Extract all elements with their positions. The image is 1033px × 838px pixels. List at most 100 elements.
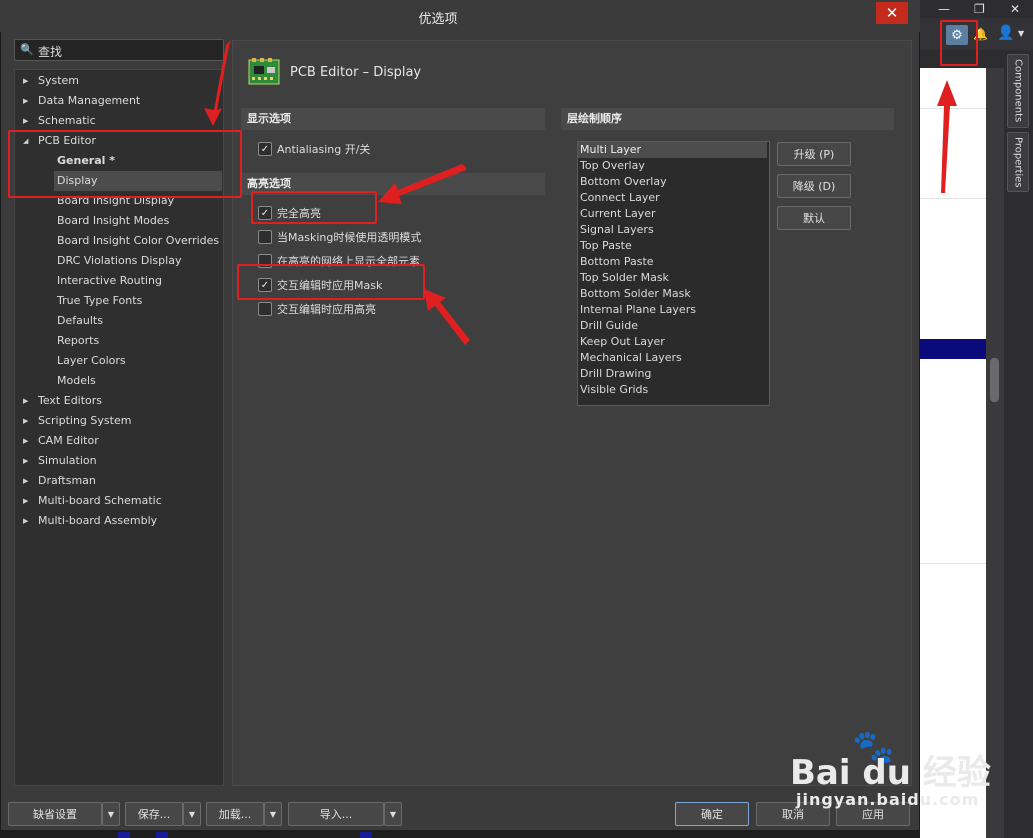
tree-item[interactable]: ▶ Simulation [15,451,223,471]
chevron-right-icon[interactable]: ▶ [23,451,28,471]
highlight-option-checkbox[interactable]: 交互编辑时应用高亮 [258,300,376,318]
layer-list-item[interactable]: Connect Layer [578,190,767,206]
chevron-right-icon[interactable]: ▶ [23,411,28,431]
chevron-right-icon[interactable]: ▶ [23,491,28,511]
layer-list-item[interactable]: Visible Grids [578,382,767,398]
checkbox-label: 当Masking时候使用透明模式 [277,231,422,244]
chevron-down-icon: ▼ [107,809,115,819]
scrollbar-thumb[interactable] [990,358,999,402]
checkbox-label: Antialiasing 开/关 [277,143,371,156]
tree-item[interactable]: ▶ Data Management [15,91,223,111]
layer-list-item[interactable]: Internal Plane Layers [578,302,767,318]
section-layer-order: 层绘制顺序 [561,108,894,130]
chevron-right-icon[interactable]: ▶ [23,511,28,531]
tree-item[interactable]: ▶ System [15,71,223,91]
page-title: PCB Editor – Display [290,65,422,80]
layer-list-item[interactable]: Bottom Paste [578,254,767,270]
highlight-option-checkbox[interactable]: 当Masking时候使用透明模式 [258,228,421,246]
move-up-button[interactable]: 升级 (P) [777,142,851,166]
layer-list-item[interactable]: Mechanical Layers [578,350,767,366]
default-button[interactable]: 默认 [777,206,851,230]
tree-item[interactable]: Board Insight Color Overrides [15,231,223,251]
search-icon: 🔍 [20,43,34,56]
tree-item[interactable]: DRC Violations Display [15,251,223,271]
restore-icon[interactable]: ❐ [974,2,985,16]
app-window-controls: — ❐ ✕ [930,0,1033,18]
layer-list-item[interactable]: Bottom Solder Mask [578,286,767,302]
tree-item[interactable]: Reports [15,331,223,351]
layer-list-item[interactable]: Signal Layers [578,222,767,238]
defaults-button[interactable]: 缺省设置 [8,802,102,826]
tree-item[interactable]: ▶ Multi-board Schematic [15,491,223,511]
chevron-right-icon[interactable]: ▶ [23,91,28,111]
defaults-dropdown[interactable]: ▼ [102,802,120,826]
app-close-icon[interactable]: ✕ [1010,2,1020,16]
close-icon: ✕ [885,4,899,22]
layer-list-item[interactable]: Bottom Overlay [578,174,767,190]
tree-item-label: Data Management [38,94,141,107]
move-down-button[interactable]: 降级 (D) [777,174,851,198]
tree-item[interactable]: ▶ Multi-board Assembly [15,511,223,531]
tree-item-label: True Type Fonts [57,294,143,307]
tree-item-label: Schematic [38,114,96,127]
user-icon[interactable]: 👤 [997,25,1014,41]
tree-item-label: Draftsman [38,474,96,487]
chevron-right-icon[interactable]: ▶ [23,471,28,491]
checkbox-icon [258,302,272,316]
layer-list-item[interactable]: Top Solder Mask [578,270,767,286]
load-dropdown[interactable]: ▼ [264,802,282,826]
tree-item-label: Scripting System [38,414,132,427]
tree-item-label: Multi-board Schematic [38,494,162,507]
chevron-down-icon: ▼ [188,809,196,819]
chevron-right-icon[interactable]: ▶ [23,391,28,411]
tree-item[interactable]: Interactive Routing [15,271,223,291]
chevron-right-icon[interactable]: ▶ [23,431,28,451]
layer-list-item[interactable]: Multi Layer [578,142,767,158]
section-display-options: 显示选项 [241,108,545,130]
save-dropdown[interactable]: ▼ [183,802,201,826]
tree-item-label: Board Insight Modes [57,214,170,227]
vertical-scrollbar[interactable] [986,68,1004,838]
chevron-down-icon: ▼ [389,809,397,819]
close-button[interactable]: ✕ [876,2,908,24]
tree-item-label: System [38,74,80,87]
load-button[interactable]: 加载... [206,802,264,826]
tree-item-label: Simulation [38,454,97,467]
pcb-board-icon [248,58,280,85]
tree-item[interactable]: ▶ Schematic [15,111,223,131]
minimize-icon[interactable]: — [938,2,950,16]
layer-list-item[interactable]: Drill Drawing [578,366,767,382]
import-button[interactable]: 导入... [288,802,384,826]
layer-list-item[interactable]: Current Layer [578,206,767,222]
annotation-box-apply-mask [237,264,425,300]
tab-properties[interactable]: Properties [1007,132,1029,192]
save-button[interactable]: 保存... [125,802,183,826]
tree-item[interactable]: ▶ Draftsman [15,471,223,491]
layer-list-item[interactable]: Top Overlay [578,158,767,174]
import-dropdown[interactable]: ▼ [384,802,402,826]
tree-item[interactable]: True Type Fonts [15,291,223,311]
tree-item[interactable]: Models [15,371,223,391]
annotation-box-pcb-editor [8,130,242,198]
layer-list-item[interactable]: Top Paste [578,238,767,254]
tree-item[interactable]: ▶ Text Editors [15,391,223,411]
tree-item-label: Interactive Routing [57,274,162,287]
ok-button[interactable]: 确定 [675,802,749,826]
tree-item[interactable]: Board Insight Modes [15,211,223,231]
tab-components[interactable]: Components [1007,54,1029,128]
tree-item[interactable]: Layer Colors [15,351,223,371]
tree-item[interactable]: ▶ Scripting System [15,411,223,431]
layer-list-item[interactable]: Keep Out Layer [578,334,767,350]
layer-list-item[interactable]: Drill Guide [578,318,767,334]
antialiasing-checkbox[interactable]: ✓ Antialiasing 开/关 [258,140,370,158]
tree-item-label: Layer Colors [57,354,126,367]
chevron-down-icon[interactable]: ▼ [1018,29,1024,38]
chevron-right-icon[interactable]: ▶ [23,111,28,131]
chevron-right-icon[interactable]: ▶ [23,71,28,91]
checkbox-icon [258,230,272,244]
watermark-site: jingyan.baidu.com [796,790,980,809]
canvas-line [918,563,986,564]
tree-item[interactable]: ▶ CAM Editor [15,431,223,451]
canvas-line [918,108,986,109]
tree-item[interactable]: Defaults [15,311,223,331]
